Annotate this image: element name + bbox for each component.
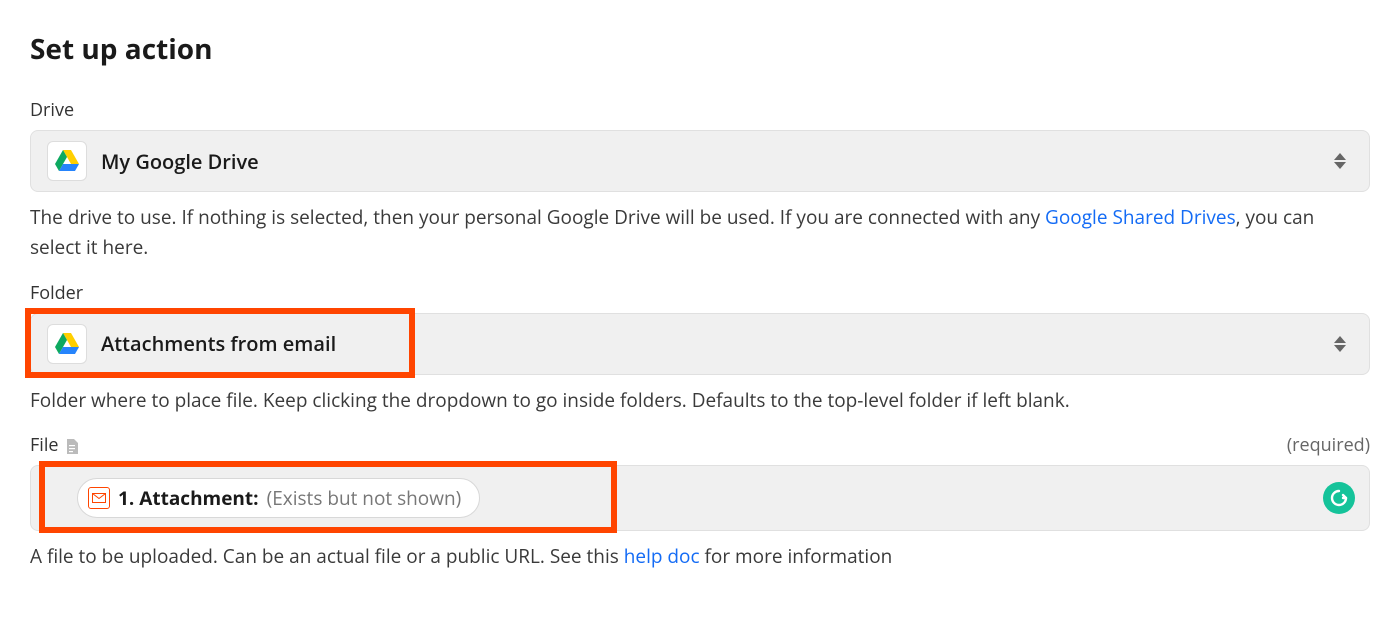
google-shared-drives-link[interactable]: Google Shared Drives	[1045, 204, 1236, 230]
help-doc-link[interactable]: help doc	[624, 543, 700, 569]
folder-dropdown[interactable]: Attachments from email	[30, 313, 1370, 375]
envelope-icon	[88, 487, 110, 509]
page-title: Set up action	[30, 30, 1370, 68]
file-pill-sub: (Exists but not shown)	[267, 485, 462, 511]
folder-field-group: Folder Attachments from email Folder whe…	[30, 281, 1370, 415]
file-pill-label: 1. Attachment:	[118, 485, 259, 511]
google-drive-icon	[47, 141, 87, 181]
drive-help-pre: The drive to use. If nothing is selected…	[30, 204, 1045, 230]
file-label: File (required)	[30, 433, 1370, 457]
folder-value: Attachments from email	[101, 330, 1333, 357]
file-help-text: A file to be uploaded. Can be an actual …	[30, 541, 1370, 571]
sort-icon	[1333, 151, 1347, 171]
file-help-pre: A file to be uploaded. Can be an actual …	[30, 543, 624, 569]
google-drive-icon	[47, 324, 87, 364]
folder-label: Folder	[30, 281, 1370, 305]
file-label-text: File	[30, 433, 59, 457]
grammarly-icon[interactable]	[1323, 482, 1355, 514]
drive-dropdown[interactable]: My Google Drive	[30, 130, 1370, 192]
folder-help-text: Folder where to place file. Keep clickin…	[30, 385, 1370, 415]
drive-label: Drive	[30, 98, 1370, 122]
drive-label-text: Drive	[30, 98, 74, 122]
drive-field-group: Drive My Google Drive The drive to use. …	[30, 98, 1370, 263]
file-help-post: for more information	[700, 543, 893, 569]
drive-value: My Google Drive	[101, 148, 1333, 175]
folder-label-text: Folder	[30, 281, 83, 305]
document-icon	[65, 437, 79, 453]
sort-icon	[1333, 334, 1347, 354]
file-required-label: (required)	[1287, 433, 1370, 457]
file-input[interactable]: 1. Attachment: (Exists but not shown)	[30, 465, 1370, 531]
file-attachment-pill[interactable]: 1. Attachment: (Exists but not shown)	[77, 478, 480, 518]
file-field-group: File (required) 1. Attachment: (Exists b…	[30, 433, 1370, 571]
drive-help-text: The drive to use. If nothing is selected…	[30, 202, 1370, 263]
